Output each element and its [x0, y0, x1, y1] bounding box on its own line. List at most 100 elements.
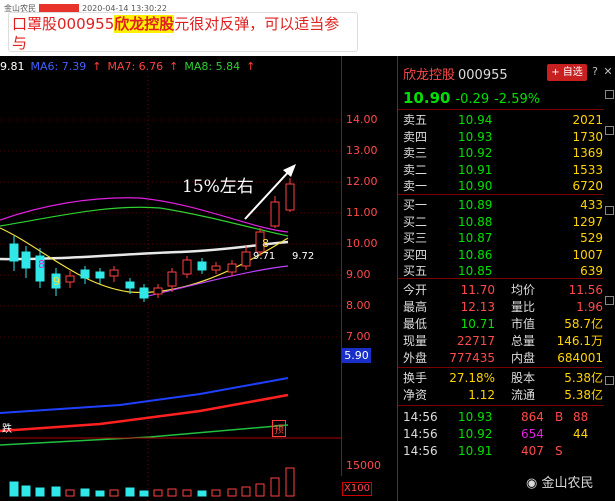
stock-title: 欣龙控股 000955: [403, 64, 508, 83]
order-book-qty: 1297: [572, 214, 603, 229]
order-book-label: 买三: [403, 231, 428, 245]
volume-bar: [285, 467, 295, 497]
stock-code: 000955: [458, 68, 508, 83]
order-book-price: 10.91: [458, 162, 493, 177]
trade-price: 10.91: [458, 444, 493, 458]
stat-row: 现量 22717 总量 146.1万: [403, 333, 603, 349]
order-book-qty: 1007: [572, 247, 603, 262]
ma-line-green: [0, 206, 289, 237]
current-price-tag: 5.90: [342, 348, 371, 363]
trade-price: 10.92: [458, 427, 493, 441]
redaction-bar: [39, 4, 79, 12]
toolbar-icon[interactable]: [605, 296, 614, 305]
order-book-price: 10.89: [458, 198, 493, 212]
order-book-label: 买一: [403, 198, 428, 212]
toolbar-icon[interactable]: [605, 90, 614, 99]
toolbar-icon[interactable]: [605, 376, 614, 385]
weibo-icon: ◉: [526, 476, 538, 491]
candle-body: [227, 263, 237, 273]
trade-flag: S: [555, 444, 563, 458]
order-book-label: 卖三: [403, 146, 428, 160]
trade-flag: B: [555, 410, 564, 424]
separator: [398, 278, 604, 279]
stat-label: 换手: [403, 371, 428, 385]
order-book-row[interactable]: 买二 10.88 1297: [403, 214, 603, 230]
toolbar-icon[interactable]: [605, 126, 614, 135]
order-book-qty: 1369: [572, 146, 603, 160]
order-book-label: 卖四: [403, 129, 428, 144]
order-book-row[interactable]: 卖五 10.94 2021: [403, 112, 603, 128]
volume-unit-tag: X100: [342, 482, 372, 496]
kline-chart[interactable]: [0, 56, 341, 501]
order-book-qty: 1533: [572, 162, 603, 177]
trade-time: 14:56: [403, 427, 438, 441]
ma-legend-prefix: 9.81: [0, 60, 25, 73]
post-text: 口罩股000955欣龙控股元很对反弹，可以适当参与: [12, 15, 342, 53]
candle-body: [285, 183, 295, 211]
order-book-row[interactable]: 买一 10.89 433: [403, 197, 603, 213]
volume-bar: [65, 489, 75, 497]
price-axis-tick: 8.00: [346, 299, 371, 312]
trade-time: 14:56: [403, 410, 438, 424]
price-axis-tick: 14.00: [346, 113, 378, 126]
last-price: 10.90: [403, 89, 451, 107]
annotation-text: 15%左右: [182, 177, 254, 197]
candle-body: [270, 201, 280, 227]
order-book-row[interactable]: 卖四 10.93 1730: [403, 129, 603, 145]
trade-vol: 407: [521, 444, 544, 458]
stat-value: 777435: [449, 351, 495, 365]
stat-value: 5.38亿: [564, 371, 603, 385]
toolbar-icon[interactable]: [605, 206, 614, 215]
trade-price: 10.93: [458, 410, 493, 424]
stat-value: 10.71: [460, 317, 495, 331]
order-book-row[interactable]: 卖三 10.92 1369: [403, 145, 603, 161]
order-book-qty: 433: [580, 198, 603, 212]
order-book-label: 卖五: [403, 113, 428, 127]
candle-body: [139, 287, 149, 299]
candle-body: [9, 243, 19, 262]
candle-body: [65, 275, 75, 283]
order-book-price: 10.85: [458, 264, 493, 278]
ma7-arrow-icon: ↑: [169, 60, 179, 73]
stat-label: 现量: [403, 334, 428, 348]
trade-row: 14:56 10.93 864 B 88: [403, 409, 603, 425]
separator: [398, 194, 604, 195]
watermark: ◉ 金山农民: [526, 472, 594, 491]
ma8-arrow-icon: ↑: [246, 60, 256, 73]
trade-row: 14:56 10.92 654 44: [403, 426, 603, 442]
bottom-left-label: 跌: [2, 424, 12, 435]
order-book-row[interactable]: 买四 10.86 1007: [403, 247, 603, 263]
order-book-row[interactable]: 买三 10.87 529: [403, 230, 603, 246]
volume-bar: [9, 481, 19, 497]
digit-8-left: 8: [38, 258, 45, 271]
label-9-71: 9.71: [253, 251, 276, 262]
volume-bar: [125, 487, 135, 497]
price-axis-tick: 13.00: [346, 144, 378, 157]
order-book-price: 10.92: [458, 146, 493, 160]
add-watchlist-button[interactable]: + 自选: [547, 64, 587, 81]
digit-9-left: 9: [53, 275, 60, 288]
side-toolbar: [604, 56, 615, 501]
digit-8-right: 8: [262, 237, 269, 250]
order-book-row[interactable]: 卖一 10.90 6720: [403, 178, 603, 194]
volume-bar: [109, 489, 119, 497]
order-book-qty: 529: [580, 231, 603, 245]
order-book-label: 买四: [403, 247, 428, 262]
candle-body: [125, 281, 135, 289]
label-9-72: 9.72: [292, 251, 315, 262]
volume-bar: [21, 485, 31, 497]
candle-body: [182, 259, 192, 275]
stat-value: 146.1万: [556, 334, 603, 348]
candle-body: [197, 261, 207, 271]
stat-row: 今开 11.70 均价 11.56: [403, 282, 603, 298]
order-book-qty: 639: [580, 264, 603, 278]
order-book-label: 卖一: [403, 179, 428, 193]
help-icon[interactable]: ?: [588, 65, 602, 79]
trade-n: 44: [573, 427, 589, 441]
order-book-price: 10.86: [458, 247, 493, 262]
candle-body: [21, 251, 31, 269]
stat-row: 换手 27.18% 股本 5.38亿: [403, 370, 603, 386]
order-book-row[interactable]: 卖二 10.91 1533: [403, 162, 603, 178]
order-book-qty: 6720: [572, 179, 603, 193]
order-book-row[interactable]: 买五 10.85 639: [403, 263, 603, 279]
